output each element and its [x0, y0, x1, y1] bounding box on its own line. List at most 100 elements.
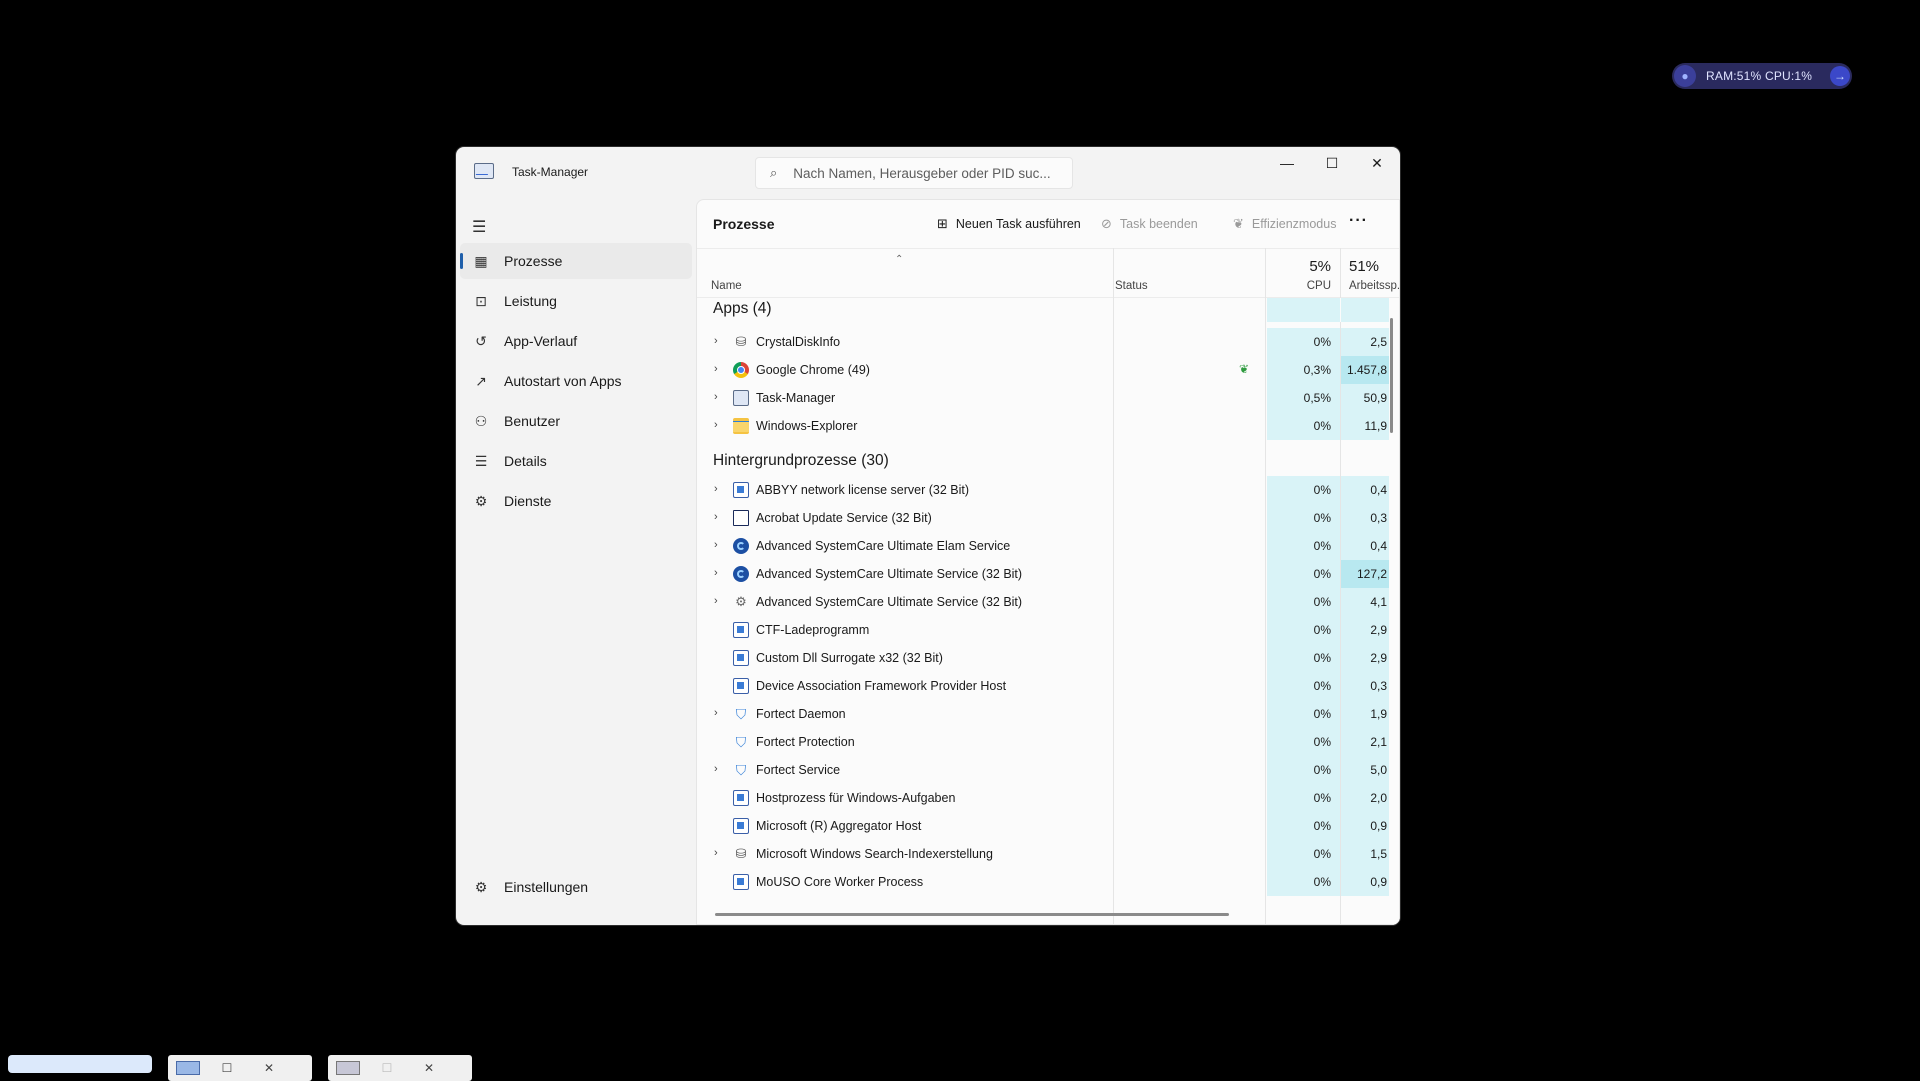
table-row[interactable]: › ⛁ Microsoft Windows Search-Indexerstel… — [697, 840, 1399, 868]
table-row[interactable]: Hostprozess für Windows-Aufgaben 0% 2,0 — [697, 784, 1399, 812]
chevron-right-icon[interactable]: › — [714, 391, 718, 403]
more-options-button[interactable]: ··· — [1349, 212, 1368, 230]
maximize-button[interactable]: ☐ — [1309, 147, 1355, 179]
title-bar: Task-Manager ⌕ — ☐ ✕ — [456, 147, 1400, 199]
column-name[interactable]: Name — [711, 280, 742, 292]
microphone-icon[interactable]: ● — [1674, 65, 1696, 87]
processes-icon: ▦ — [474, 252, 488, 269]
close-icon[interactable]: ✕ — [414, 1061, 444, 1075]
task-manager-icon — [474, 163, 494, 179]
window-thumbnail-icon — [176, 1061, 200, 1075]
new-task-button[interactable]: ⊞ Neuen Task ausführen — [937, 216, 1081, 232]
search-input[interactable] — [791, 164, 1056, 182]
processes-panel: Prozesse ⊞ Neuen Task ausführen ⊘ Task b… — [696, 199, 1400, 925]
maximize-icon[interactable]: ☐ — [212, 1061, 242, 1075]
sort-caret-icon[interactable]: ⌃ — [895, 254, 903, 265]
cpu-value: 0% — [1267, 700, 1340, 728]
system-monitor-widget[interactable]: ● RAM:51% CPU:1% → — [1672, 63, 1852, 89]
cpu-value: 0% — [1267, 784, 1340, 812]
efficiency-mode-button[interactable]: ❦ Effizienzmodus — [1233, 216, 1336, 232]
cpu-value: 0% — [1267, 840, 1340, 868]
sidebar-item-processes[interactable]: ▦ Prozesse — [460, 243, 692, 279]
table-row[interactable]: › Windows-Explorer 0% 11,9 — [697, 412, 1399, 440]
minimize-button[interactable]: — — [1264, 147, 1310, 179]
chevron-right-icon[interactable]: › — [714, 707, 718, 719]
chevron-right-icon[interactable]: › — [714, 567, 718, 579]
end-task-button[interactable]: ⊘ Task beenden — [1101, 216, 1198, 232]
crystaldiskinfo-icon: ⛁ — [735, 334, 747, 349]
new-task-icon: ⊞ — [937, 216, 948, 231]
systemcare-icon — [733, 538, 749, 554]
process-name: Fortect Service — [756, 763, 841, 777]
chevron-right-icon[interactable]: › — [714, 847, 718, 859]
table-row[interactable]: › Google Chrome (49) ❦ 0,3% 1.457,8 — [697, 356, 1399, 384]
memory-total[interactable]: 51% — [1349, 258, 1379, 275]
table-row[interactable]: › ⛁ CrystalDiskInfo 0% 2,5 — [697, 328, 1399, 356]
close-icon[interactable]: ✕ — [254, 1061, 284, 1075]
sidebar-item-users[interactable]: ⚇ Benutzer — [460, 403, 692, 439]
column-status[interactable]: Status — [1115, 280, 1148, 292]
chevron-right-icon[interactable]: › — [714, 363, 718, 375]
chevron-right-icon[interactable]: › — [714, 335, 718, 347]
chevron-right-icon[interactable]: › — [714, 539, 718, 551]
table-row[interactable]: MoUSO Core Worker Process 0% 0,9 — [697, 868, 1399, 896]
horizontal-scrollbar[interactable] — [715, 913, 1229, 916]
chevron-right-icon[interactable]: › — [714, 763, 718, 775]
efficiency-leaf-icon: ❦ — [1239, 362, 1250, 376]
chevron-right-icon[interactable]: › — [714, 483, 718, 495]
column-cpu[interactable]: CPU — [1271, 280, 1331, 292]
taskbar-window-item[interactable]: ☐ ✕ — [328, 1055, 472, 1081]
process-name: Google Chrome (49) — [756, 363, 870, 377]
sidebar-item-settings[interactable]: ⚙ Einstellungen — [460, 869, 692, 905]
chevron-right-icon[interactable]: › — [714, 511, 718, 523]
process-name: Advanced SystemCare Ultimate Elam Servic… — [756, 539, 1011, 553]
sidebar-item-app-history[interactable]: ↺ App-Verlauf — [460, 323, 692, 359]
table-row[interactable]: Custom Dll Surrogate x32 (32 Bit) 0% 2,9 — [697, 644, 1399, 672]
table-row[interactable]: › Task-Manager 0,5% 50,9 — [697, 384, 1399, 412]
cpu-total[interactable]: 5% — [1271, 258, 1331, 275]
memory-value: 0,3 — [1341, 504, 1389, 532]
table-row[interactable]: › Acrobat Update Service (32 Bit) 0% 0,3 — [697, 504, 1399, 532]
memory-value: 2,1 — [1341, 728, 1389, 756]
group-heat-strip — [1267, 298, 1389, 322]
close-button[interactable]: ✕ — [1354, 147, 1400, 179]
maximize-icon[interactable]: ☐ — [372, 1061, 402, 1075]
vertical-scrollbar[interactable] — [1390, 318, 1393, 433]
cpu-value: 0% — [1267, 616, 1340, 644]
table-row[interactable]: › Advanced SystemCare Ultimate Service (… — [697, 560, 1399, 588]
arrow-right-icon[interactable]: → — [1830, 66, 1850, 86]
chevron-right-icon[interactable]: › — [714, 595, 718, 607]
table-row[interactable]: › ⚙ Advanced SystemCare Ultimate Service… — [697, 588, 1399, 616]
table-row[interactable]: › Advanced SystemCare Ultimate Elam Serv… — [697, 532, 1399, 560]
table-row[interactable]: Device Association Framework Provider Ho… — [697, 672, 1399, 700]
cpu-value: 0% — [1267, 532, 1340, 560]
table-row[interactable]: › ⛉ Fortect Service 0% 5,0 — [697, 756, 1399, 784]
table-row[interactable]: › ABBYY network license server (32 Bit) … — [697, 476, 1399, 504]
sidebar-item-startup[interactable]: ↗ Autostart von Apps — [460, 363, 692, 399]
process-name: Microsoft Windows Search-Indexerstellung — [756, 847, 993, 861]
chrome-icon — [733, 362, 749, 378]
startup-icon: ↗ — [475, 372, 487, 389]
command-bar: Prozesse ⊞ Neuen Task ausführen ⊘ Task b… — [697, 200, 1399, 248]
cpu-value: 0% — [1267, 672, 1340, 700]
menu-icon[interactable]: ☰ — [472, 217, 488, 237]
column-memory[interactable]: Arbeitssp. — [1349, 280, 1399, 292]
new-task-label: Neuen Task ausführen — [955, 217, 1081, 231]
sidebar-item-details[interactable]: ☰ Details — [460, 443, 692, 479]
page-title: Prozesse — [713, 216, 775, 232]
sidebar-item-performance[interactable]: ⊡ Leistung — [460, 283, 692, 319]
search-indexer-icon: ⛁ — [735, 846, 747, 861]
taskbar-window-item[interactable]: ☐ ✕ — [168, 1055, 312, 1081]
process-name: Device Association Framework Provider Ho… — [756, 679, 1007, 693]
taskbar-thumbnail[interactable] — [8, 1055, 152, 1073]
table-row[interactable]: Microsoft (R) Aggregator Host 0% 0,9 — [697, 812, 1399, 840]
sidebar-item-services[interactable]: ⚙ Dienste — [460, 483, 692, 519]
table-row[interactable]: › ⛉ Fortect Daemon 0% 1,9 — [697, 700, 1399, 728]
table-row[interactable]: ⛉ Fortect Protection 0% 2,1 — [697, 728, 1399, 756]
search-box[interactable]: ⌕ — [755, 157, 1073, 189]
cpu-value: 0% — [1267, 644, 1340, 672]
process-name: ABBYY network license server (32 Bit) — [756, 483, 970, 497]
process-name: Windows-Explorer — [756, 419, 858, 433]
table-row[interactable]: CTF-Ladeprogramm 0% 2,9 — [697, 616, 1399, 644]
chevron-right-icon[interactable]: › — [714, 419, 718, 431]
